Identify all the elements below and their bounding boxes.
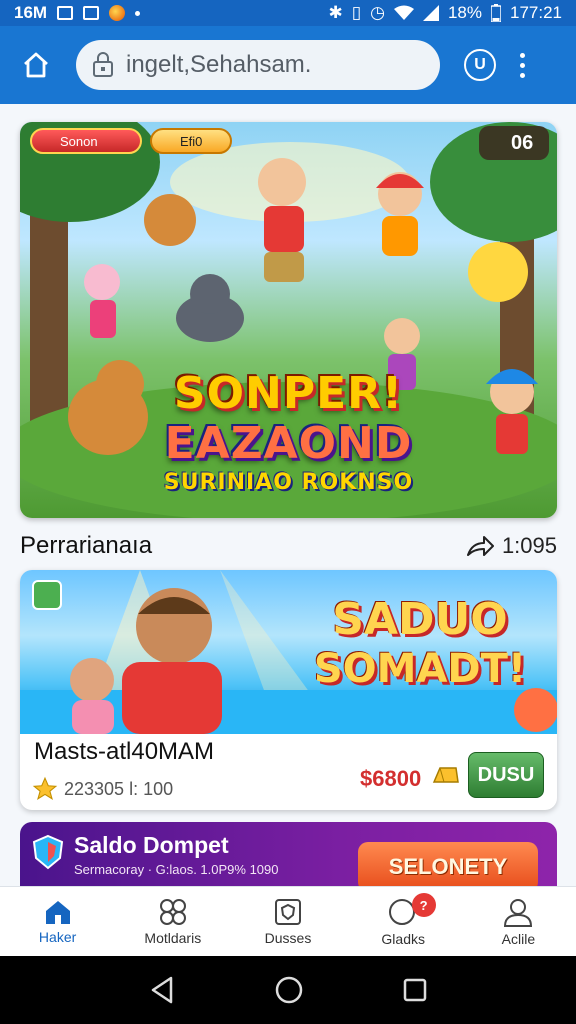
lock-icon — [93, 52, 113, 77]
home-button[interactable] — [16, 45, 56, 85]
wifi-icon — [393, 5, 414, 20]
gallery-icon — [57, 6, 74, 20]
share-count: 1:095 — [501, 533, 557, 558]
nav-item-profile[interactable]: Aclile — [461, 887, 576, 956]
battery-percent: 18% — [447, 3, 482, 22]
home-circle-icon[interactable] — [274, 975, 304, 1005]
hero-title-line3: SURINIAO ROKNSO — [163, 470, 414, 495]
promo-name: Masts-atl40MAM — [34, 738, 215, 765]
alarm-icon: ◷ — [370, 3, 385, 22]
back-icon[interactable] — [149, 976, 175, 1004]
buy-button[interactable]: DUSU — [468, 752, 544, 798]
star-icon — [32, 776, 58, 800]
recents-icon[interactable] — [403, 978, 427, 1002]
nav-item-deals[interactable]: Dusses — [230, 887, 345, 956]
nav-item-chats[interactable]: ? Gladks — [346, 887, 461, 956]
signal-icon — [422, 5, 439, 21]
system-navigation-bar — [0, 956, 576, 1024]
promo-title-line2: SOMADT! — [313, 646, 527, 692]
home-icon — [24, 52, 48, 78]
wallet-subtitle: Sermacoray · G:laos. 1.0P9% 1090 — [74, 862, 279, 877]
status-bar: 16M ✱ ▯ ◷ 18% 177:21 — [0, 0, 576, 26]
nav-label: Motldaris — [144, 929, 202, 946]
photo-icon — [83, 6, 100, 20]
wallet-title: Saldo Dompet — [74, 832, 229, 858]
tab-switcher-button[interactable]: U — [464, 49, 496, 81]
vibrate-icon: ▯ — [351, 3, 362, 22]
url-text: ingelt,Sehahsam. — [126, 51, 312, 78]
browser-toolbar: ingelt,Sehahsam. U — [0, 26, 576, 104]
star-badge: Efi0 — [150, 128, 232, 154]
section-header: Perrarianaıa 1:095 — [20, 528, 557, 564]
app-notification-icon — [109, 5, 126, 21]
nav-item-categories[interactable]: Motldaris — [115, 887, 230, 956]
profile-icon — [504, 898, 533, 927]
promo-title-line1: SADUO — [332, 594, 508, 645]
status-time: 177:21 — [510, 3, 562, 22]
chest-counter: 06 — [479, 126, 549, 160]
badge-mid-label: Efi0 — [180, 133, 203, 149]
hero-title-line1: SONPER! — [173, 368, 404, 419]
promo-meta-text: 223305 l: 100 — [64, 778, 174, 799]
wallet-card[interactable]: Saldo Dompet Sermacoray · G:laos. 1.0P9%… — [20, 822, 557, 892]
gold-bar-icon — [432, 767, 459, 783]
health-badge: Sonon — [30, 128, 142, 154]
address-bar[interactable]: ingelt,Sehahsam. — [76, 40, 440, 90]
overflow-menu-button[interactable] — [510, 45, 534, 85]
dot-icon — [519, 72, 525, 78]
nav-label: Gladks — [381, 930, 425, 947]
notification-badge: ? — [411, 893, 436, 917]
hero-banner[interactable]: Sonon Efi0 06 SONPER! EAZAOND SURINIAO R… — [20, 122, 557, 518]
home-icon — [45, 900, 70, 924]
bluetooth-icon: ✱ — [328, 3, 343, 22]
status-left-text: 16M — [14, 3, 48, 22]
badge-count-value: 06 — [511, 131, 534, 154]
nav-item-home[interactable]: Haker — [0, 887, 115, 956]
dot-icon — [519, 62, 525, 68]
promo-meta: 223305 l: 100 — [32, 776, 173, 802]
section-title: Perrarianaıa — [20, 532, 153, 559]
promo-card[interactable]: SADUO SOMADT! Masts-atl40MAM 223305 l: 1… — [20, 570, 557, 810]
promo-banner: SADUO SOMADT! — [20, 570, 557, 734]
badge-left-label: Sonon — [60, 133, 98, 149]
nav-label: Dusses — [264, 929, 312, 946]
wallet-select-button[interactable]: SELONETY — [358, 842, 538, 892]
bottom-navigation: Haker Motldaris Dusses ? Gladks Aclile — [0, 886, 576, 956]
nav-label: Haker — [38, 928, 77, 945]
hero-title-line2: EAZAOND — [164, 418, 413, 469]
promo-chip-icon — [32, 580, 62, 610]
dot-icon — [519, 52, 525, 58]
grid-icon — [159, 898, 186, 925]
share-button[interactable]: 1:095 — [466, 533, 557, 559]
wallet-shield-icon — [32, 834, 64, 870]
nav-label: Aclile — [501, 930, 536, 947]
more-notifications-icon — [135, 10, 141, 16]
shield-icon — [275, 898, 301, 925]
share-icon — [466, 536, 494, 556]
promo-price: $6800 — [360, 766, 422, 791]
battery-icon — [491, 4, 501, 22]
